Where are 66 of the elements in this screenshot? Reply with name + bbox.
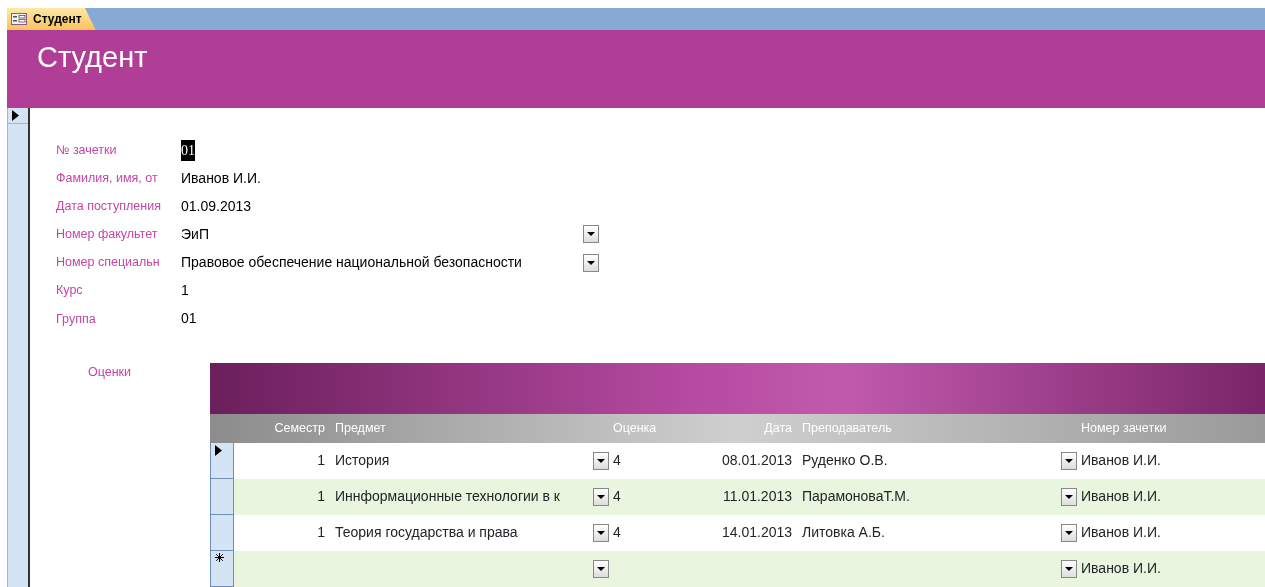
field-label: Дата поступления (56, 197, 162, 215)
column-header[interactable]: Оценка (609, 419, 718, 438)
caret-icon (1065, 567, 1073, 571)
student-cell: Иванов И.И. (1081, 524, 1161, 541)
field-label: Курс (56, 282, 84, 300)
field-label: Фамилия, имя, от (56, 169, 159, 187)
subject-cell-text: Иннформационные технологии в к (335, 487, 560, 507)
caret-icon (1065, 459, 1073, 463)
field-label: № зачетки (56, 141, 118, 159)
field-label: Группа (56, 310, 97, 328)
student-cell: Иванов И.И. (1081, 452, 1161, 469)
caret-icon (587, 232, 595, 237)
subform-label: Оценки (87, 364, 133, 381)
caret-icon (597, 567, 605, 571)
field-value: 01 (181, 139, 195, 161)
field-label: Номер факультет (56, 226, 159, 244)
field-value: Иванов И.И. (181, 168, 261, 188)
column-header[interactable]: Предмет (331, 419, 609, 438)
caret-icon (597, 531, 605, 535)
column-header[interactable]: Номер зачетки (1077, 419, 1265, 438)
field-value: 01 (181, 309, 197, 329)
dropdown-button[interactable] (1061, 452, 1077, 470)
subject-cell-text: Теория государства и права (335, 523, 518, 543)
row-selector[interactable] (210, 551, 234, 587)
caret-icon (1065, 531, 1073, 535)
student-cell: Иванов И.И. (1081, 488, 1161, 505)
dropdown-button[interactable] (583, 225, 599, 244)
date-cell: 14.01.2013 (722, 524, 793, 541)
dropdown-button[interactable] (1061, 560, 1077, 578)
teacher-cell-text: Руденко О.В. (802, 451, 888, 471)
field-value: ЭиП (181, 225, 209, 244)
field-value: 1 (181, 281, 189, 301)
teacher-cell-text: ПарамоноваТ.М. (802, 487, 910, 507)
dropdown-button[interactable] (1061, 488, 1077, 506)
caret-icon (597, 495, 605, 499)
dropdown-button[interactable] (1061, 524, 1077, 542)
form-title: Студент (36, 40, 148, 74)
document-tab[interactable]: Студент (7, 8, 96, 30)
student-cell: Иванов И.И. (1081, 560, 1161, 577)
caret-icon (597, 459, 605, 463)
caret-icon (1065, 495, 1073, 499)
field-value: 01.09.2013 (181, 196, 252, 216)
column-header[interactable]: Семестр (234, 419, 331, 438)
field-label: Номер специальн (56, 254, 161, 272)
new-record-icon (215, 553, 224, 562)
teacher-cell-text: Литовка А.Б. (802, 523, 885, 543)
row-selector[interactable] (210, 443, 234, 479)
date-cell: 08.01.2013 (722, 452, 793, 469)
grade-cell: 4 (613, 488, 621, 505)
field-value: Правовое обеспечение национальной безопасности (181, 253, 522, 273)
date-cell: 11.01.2013 (722, 488, 792, 505)
record-pointer-icon (215, 445, 222, 456)
caret-icon (587, 260, 595, 265)
dropdown-button[interactable] (583, 253, 599, 272)
dropdown-button[interactable] (593, 488, 609, 506)
semester-cell: 1 (317, 524, 325, 541)
form-icon (11, 13, 27, 25)
semester-cell: 1 (317, 488, 325, 505)
dropdown-button[interactable] (593, 524, 609, 542)
semester-cell: 1 (317, 452, 325, 469)
grade-cell: 4 (613, 452, 621, 469)
dropdown-button[interactable] (593, 560, 609, 578)
grade-cell: 4 (613, 524, 621, 541)
dropdown-button[interactable] (593, 452, 609, 470)
column-header[interactable]: Преподаватель (798, 419, 1077, 438)
subject-cell-text: История (335, 451, 390, 471)
